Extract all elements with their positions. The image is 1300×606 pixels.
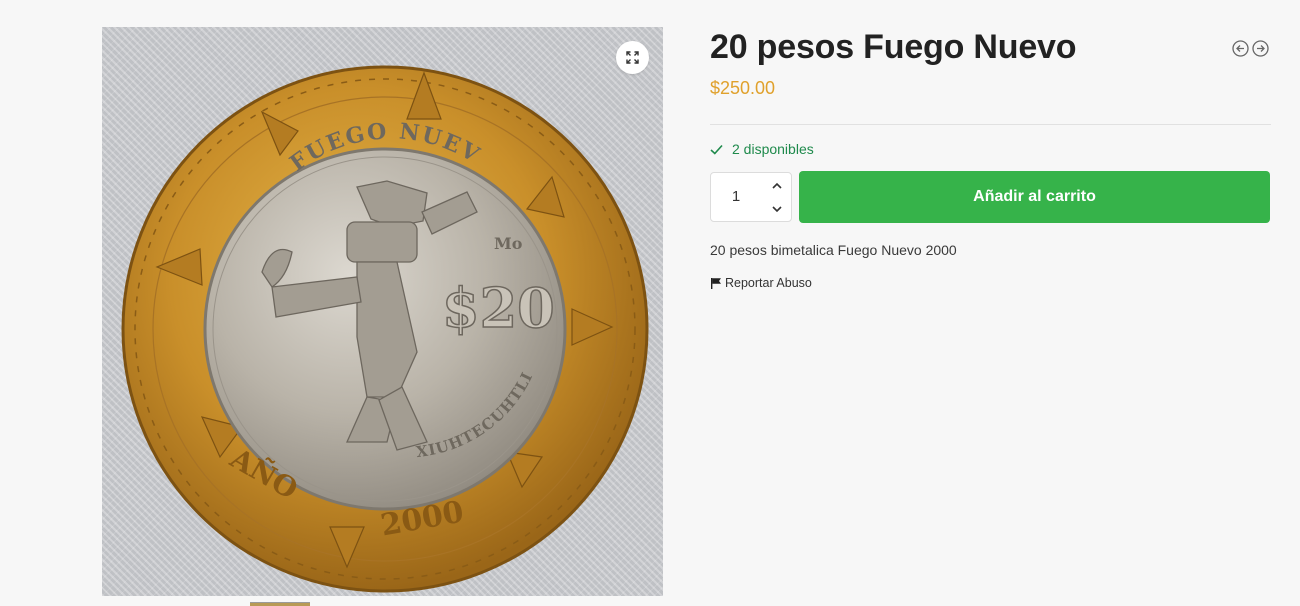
flag-icon <box>711 278 721 289</box>
quantity-decrease-button[interactable] <box>763 197 791 221</box>
coin-denomination: $20 <box>442 276 555 340</box>
product-summary: 20 pesos Fuego Nuevo $250.00 <box>710 27 1271 99</box>
zoom-button[interactable] <box>616 41 649 74</box>
product-description: 20 pesos bimetalica Fuego Nuevo 2000 <box>710 242 957 258</box>
coin-mint-mark: Mo <box>494 234 523 253</box>
chevron-up-icon <box>772 182 782 189</box>
coin-photo: FUEGO NUEVO $20 Mo XIUHTECUHTLI AÑO 2000 <box>102 27 649 593</box>
quantity-input[interactable]: 1 <box>711 173 761 221</box>
expand-icon <box>626 51 639 64</box>
divider <box>710 124 1271 125</box>
product-navigation <box>1232 40 1269 57</box>
gallery-thumbnail[interactable] <box>250 602 310 606</box>
add-to-cart-form: 1 Añadir al carrito <box>710 171 1270 223</box>
arrow-right-circle-icon[interactable] <box>1252 40 1269 57</box>
report-abuse-label: Reportar Abuso <box>725 276 812 290</box>
report-abuse-link[interactable]: Reportar Abuso <box>710 276 812 290</box>
check-icon <box>710 144 723 155</box>
product-title: 20 pesos Fuego Nuevo <box>710 28 1077 66</box>
quantity-stepper: 1 <box>710 172 792 222</box>
chevron-down-icon <box>772 205 782 212</box>
stock-status: 2 disponibles <box>710 141 814 157</box>
quantity-increase-button[interactable] <box>763 173 791 197</box>
stock-label: 2 disponibles <box>732 141 814 157</box>
add-to-cart-button[interactable]: Añadir al carrito <box>799 171 1270 223</box>
product-page: FUEGO NUEVO $20 Mo XIUHTECUHTLI AÑO 2000… <box>0 0 1300 606</box>
arrow-left-circle-icon[interactable] <box>1232 40 1249 57</box>
product-image[interactable]: FUEGO NUEVO $20 Mo XIUHTECUHTLI AÑO 2000 <box>102 27 663 596</box>
product-price: $250.00 <box>710 78 776 98</box>
